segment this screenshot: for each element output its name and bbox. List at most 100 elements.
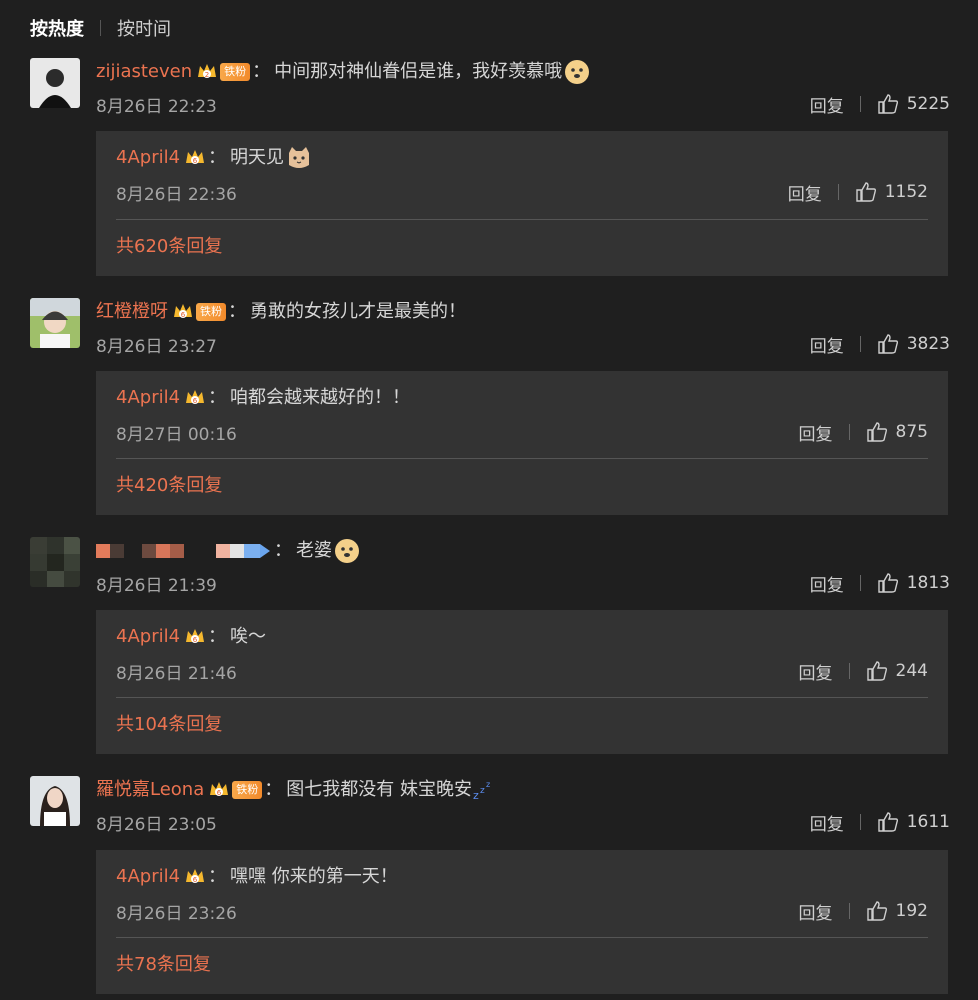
reply-button[interactable]: 回复 (810, 92, 844, 117)
colon: ： (208, 387, 227, 408)
reply-box: 4April4 6 ： 嘿嘿 你来的第一天！ 8月26日 23:26 回复 19… (96, 850, 948, 994)
reply-time: 8月26日 21:46 (116, 663, 237, 684)
reply-button[interactable]: 回复 (799, 659, 833, 684)
view-more-replies-link[interactable]: 共620条回复 (116, 233, 222, 261)
cat-emoji-icon (289, 147, 310, 168)
reply-button[interactable]: 回复 (788, 180, 822, 205)
reply-username-link[interactable]: 4April4 (116, 623, 180, 651)
like-icon[interactable] (877, 93, 899, 115)
like-icon[interactable] (866, 421, 888, 443)
reply-box: 4April4 6 ： 唉～ 8月26日 21:46 回复 244 共104条回… (96, 610, 948, 754)
comment-text: 图七我都没有 妹宝晚安 (286, 779, 472, 800)
divider (859, 336, 861, 352)
reply-actions: 回复 192 (799, 897, 928, 925)
reply-time: 8月27日 00:16 (116, 424, 237, 445)
vip-crown-icon: 6 (174, 304, 192, 319)
vip-crown-icon: 6 (210, 782, 229, 797)
colon: ： (228, 301, 246, 322)
svg-text:6: 6 (193, 397, 198, 405)
doge-emoji-icon (335, 539, 359, 563)
reply-button[interactable]: 回复 (810, 810, 844, 835)
like-count: 1152 (884, 182, 928, 202)
divider (859, 96, 861, 112)
like-icon[interactable] (877, 333, 899, 355)
comment-text: 老婆 (296, 540, 332, 561)
colon: ： (264, 779, 283, 800)
reply-text: 唉～ (230, 626, 267, 647)
divider (848, 424, 850, 440)
divider (116, 458, 928, 459)
divider (100, 20, 101, 36)
reply-button[interactable]: 回复 (799, 420, 833, 445)
svg-text:z: z (480, 786, 485, 796)
like-count: 192 (895, 901, 928, 921)
divider (116, 937, 928, 938)
like-icon[interactable] (866, 900, 888, 922)
svg-text:6: 6 (181, 311, 186, 319)
avatar[interactable] (30, 537, 80, 587)
reply-text: 咱都会越来越好的！！ (230, 387, 411, 408)
svg-text:z: z (473, 789, 479, 801)
view-more-replies-link[interactable]: 共420条回复 (116, 472, 222, 500)
reply-text: 嘿嘿 你来的第一天！ (230, 866, 398, 887)
avatar[interactable] (30, 776, 80, 826)
reply-username-link[interactable]: 4April4 (116, 144, 180, 172)
reply-button[interactable]: 回复 (810, 332, 844, 357)
reply-username-link[interactable]: 4April4 (116, 384, 180, 412)
vip-crown-icon: 6 (186, 390, 205, 405)
reply-actions: 回复 875 (799, 418, 928, 446)
like-icon[interactable] (855, 181, 877, 203)
like-icon[interactable] (877, 811, 899, 833)
svg-text:2: 2 (205, 71, 209, 79)
divider (859, 575, 861, 591)
comment-time: 8月26日 23:05 (96, 814, 217, 835)
vip-crown-icon: 6 (186, 150, 205, 165)
blurred-username[interactable] (96, 541, 272, 561)
sort-bar: 按热度 按时间 (30, 14, 171, 42)
like-count: 3823 (906, 334, 950, 354)
reply-username-link[interactable]: 4April4 (116, 863, 180, 891)
reply-button[interactable]: 回复 (799, 899, 833, 924)
divider (837, 184, 839, 200)
avatar[interactable] (30, 298, 80, 348)
reply-box: 4April4 6 ： 明天见 8月26日 22:36 回复 1152 共620… (96, 131, 948, 276)
reply-actions: 回复 1152 (788, 178, 928, 206)
avatar[interactable] (30, 58, 80, 108)
fan-badge: 铁粉 (220, 63, 251, 81)
username-link[interactable]: 红橙橙呀 (96, 298, 168, 326)
svg-text:z: z (486, 780, 490, 789)
view-more-replies-link[interactable]: 共78条回复 (116, 951, 211, 979)
sort-by-time-tab[interactable]: 按时间 (117, 15, 171, 41)
like-count: 5225 (906, 94, 950, 114)
like-icon[interactable] (877, 572, 899, 594)
divider (116, 219, 928, 220)
colon: ： (208, 626, 227, 647)
reply-box: 4April4 6 ： 咱都会越来越好的！！ 8月27日 00:16 回复 87… (96, 371, 948, 515)
like-count: 875 (895, 422, 928, 442)
comment-time: 8月26日 22:23 (96, 96, 217, 117)
reply-actions: 回复 244 (799, 657, 928, 685)
like-icon[interactable] (866, 660, 888, 682)
vip-crown-icon: 6 (186, 869, 205, 884)
sort-by-hot-tab[interactable]: 按热度 (30, 15, 84, 41)
comment-actions: 回复 5225 (810, 90, 950, 118)
svg-text:6: 6 (193, 157, 198, 165)
comment-text: 勇敢的女孩儿才是最美的！ (250, 301, 466, 322)
username-link[interactable]: 羅悦嘉Leona (96, 776, 204, 804)
comment-time: 8月26日 23:27 (96, 336, 217, 357)
reply-time: 8月26日 23:26 (116, 903, 237, 924)
username-link[interactable]: zijiasteven (96, 58, 192, 86)
comment-text: 中间那对神仙眷侣是谁，我好羡慕哦 (274, 61, 563, 82)
view-more-replies-link[interactable]: 共104条回复 (116, 711, 222, 739)
sleeping-zzz-icon: z zz (473, 780, 490, 801)
colon: ： (252, 61, 271, 82)
like-count: 1813 (906, 573, 950, 593)
reply-time: 8月26日 22:36 (116, 184, 237, 205)
vip-crown-icon: 6 (186, 629, 205, 644)
comment-actions: 回复 3823 (810, 330, 950, 358)
doge-emoji-icon (565, 60, 590, 84)
divider (116, 697, 928, 698)
svg-text:6: 6 (193, 636, 198, 644)
reply-button[interactable]: 回复 (810, 571, 844, 596)
reply-text: 明天见 (230, 147, 285, 168)
